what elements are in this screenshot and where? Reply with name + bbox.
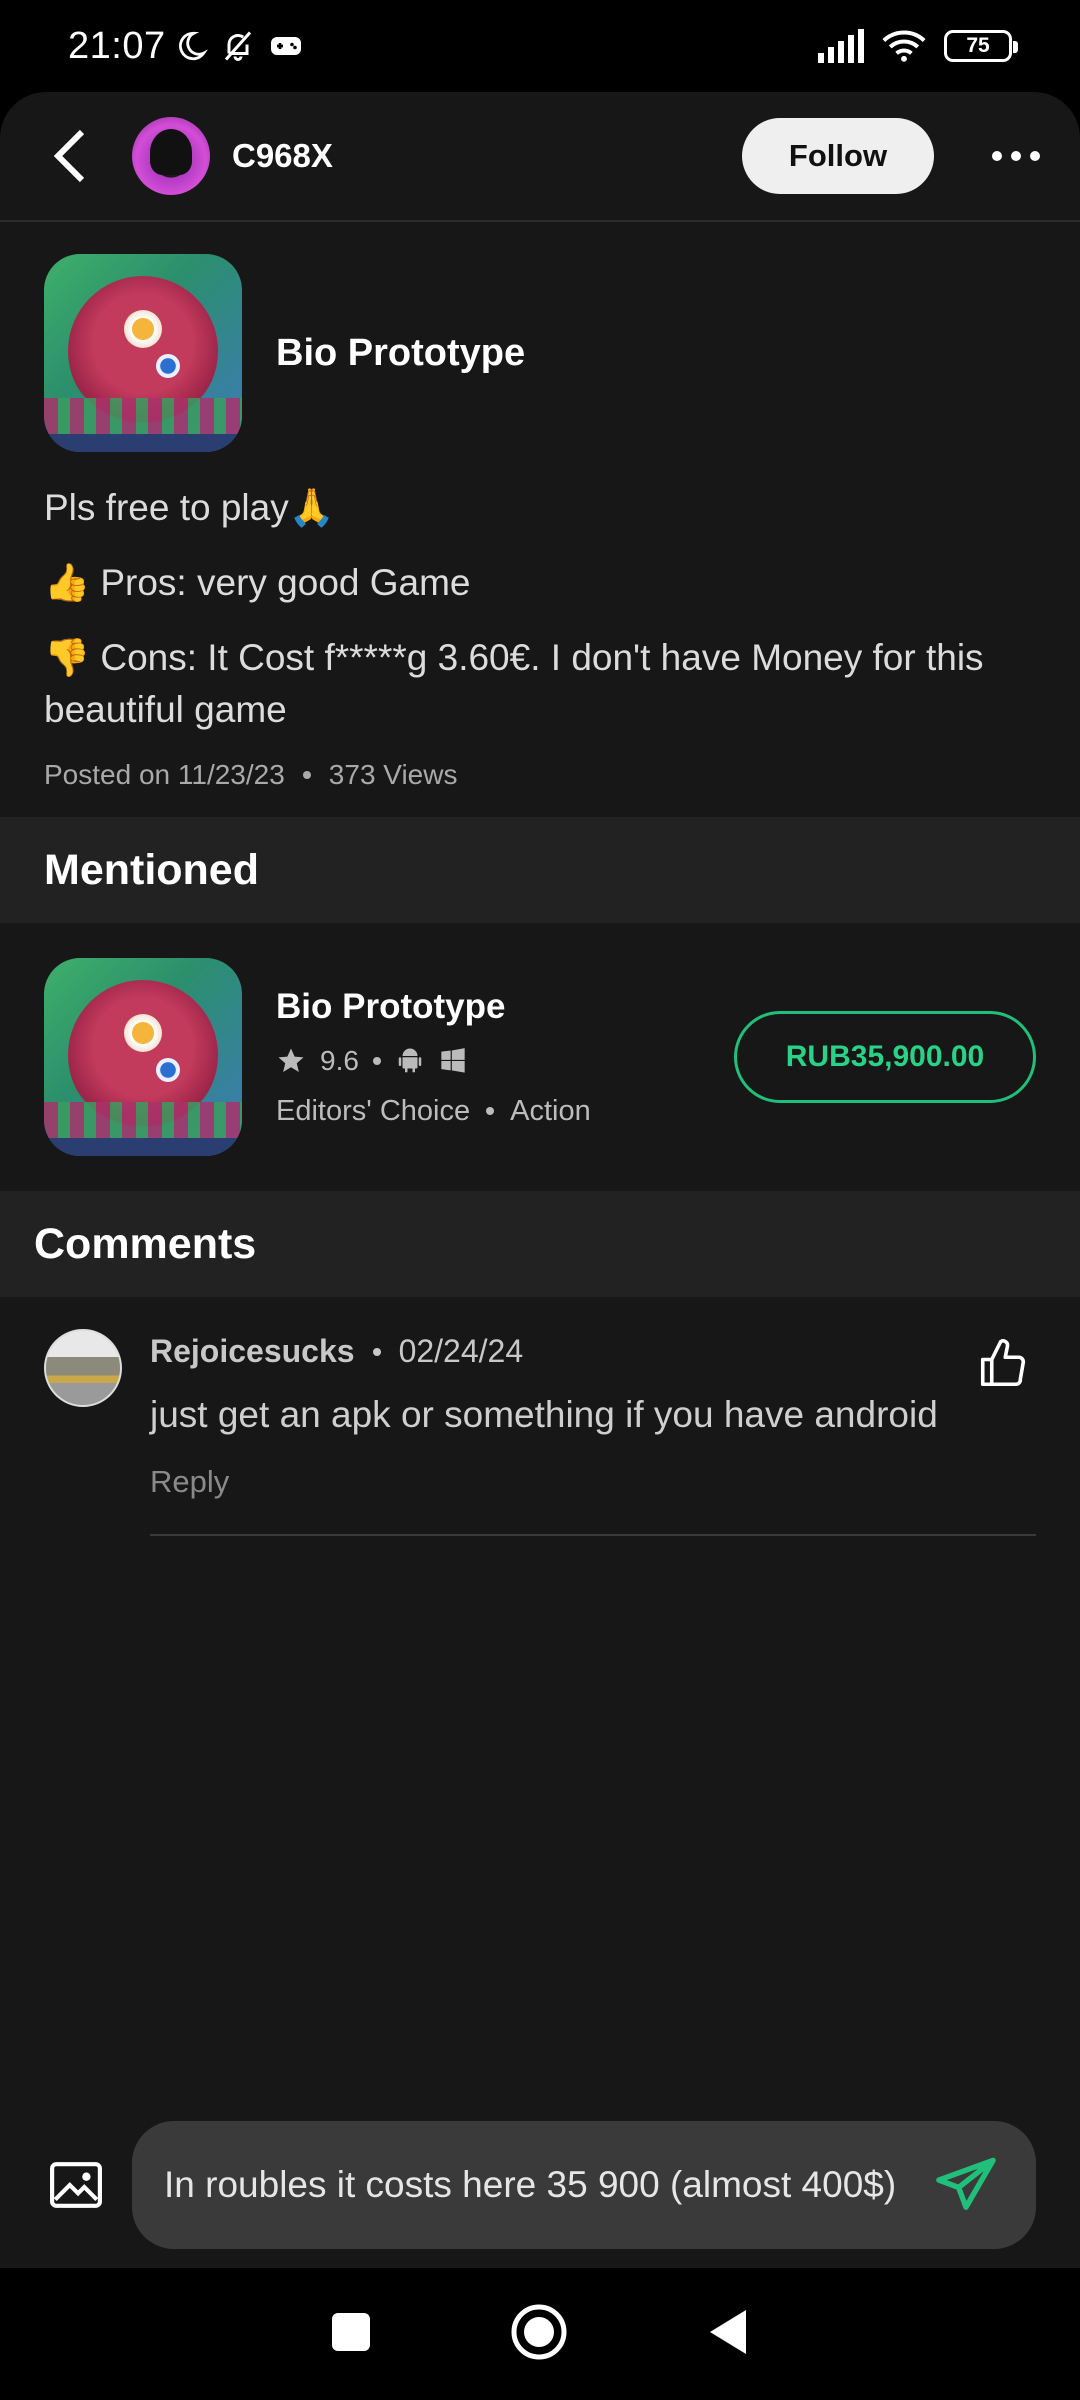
square-icon	[332, 2312, 370, 2351]
tag-editors-choice: Editors' Choice	[276, 1094, 471, 1127]
attach-image-button[interactable]	[36, 2145, 116, 2225]
comment-divider	[150, 1534, 1036, 1536]
moon-icon	[178, 31, 208, 61]
signal-icon	[818, 29, 864, 63]
post-line-pros: 👍 Pros: very good Game	[44, 562, 471, 603]
comments-section-title: Comments	[0, 1191, 1080, 1297]
comment-date: 02/24/24	[398, 1333, 524, 1369]
windows-icon	[441, 1047, 465, 1073]
author-avatar[interactable]	[132, 117, 210, 195]
post-game-row[interactable]: Bio Prototype	[44, 254, 1036, 452]
view-count: 373 Views	[328, 759, 458, 790]
comment-input-value[interactable]: In roubles it costs here 35 900 (almost …	[164, 2162, 906, 2208]
battery-indicator: 75	[944, 30, 1018, 62]
post-body: Pls free to play🙏 👍 Pros: very good Game…	[44, 482, 1036, 736]
triangle-back-icon	[710, 2309, 746, 2354]
home-button[interactable]	[510, 2303, 568, 2366]
status-time: 21:07	[68, 24, 166, 67]
send-icon	[936, 2157, 996, 2210]
comment-text: just get an apk or something if you have…	[150, 1394, 938, 1435]
back-button[interactable]	[40, 126, 100, 186]
tag-genre: Action	[510, 1094, 591, 1127]
home-circle-icon	[511, 2304, 567, 2359]
star-icon	[278, 1048, 304, 1072]
follow-button[interactable]: Follow	[742, 118, 934, 194]
android-icon	[398, 1048, 422, 1072]
wifi-icon	[882, 30, 926, 62]
app-surface: C968X Follow Bio Prototype Pls free to p…	[0, 92, 1080, 2268]
image-icon	[50, 2162, 102, 2208]
thumbs-up-icon	[980, 1339, 1026, 1387]
rating-row: 9.6	[276, 1045, 591, 1077]
bell-off-icon	[224, 31, 251, 61]
system-nav-bar	[0, 2268, 1080, 2400]
comment-username[interactable]: Rejoicesucks	[150, 1333, 355, 1370]
price-button[interactable]: RUB35,900.00	[734, 1011, 1036, 1103]
post-line: Pls free to play🙏	[44, 487, 335, 528]
commenter-avatar[interactable]	[44, 1329, 122, 1407]
recents-button[interactable]	[330, 2311, 372, 2358]
mentioned-game-title[interactable]: Bio Prototype	[276, 987, 591, 1027]
comment-input-bar: In roubles it costs here 35 900 (almost …	[0, 2102, 1080, 2268]
mentioned-section-title: Mentioned	[0, 817, 1080, 923]
more-options-button[interactable]	[992, 151, 1040, 161]
rating-value: 9.6	[320, 1044, 359, 1076]
like-button[interactable]	[976, 1337, 1030, 1396]
author-name[interactable]: C968X	[232, 137, 333, 175]
gamepad-icon	[270, 37, 301, 55]
post-line-cons: 👎 Cons: It Cost f*****g 3.60€. I don't h…	[44, 637, 984, 730]
game-tags: Editors' Choice Action	[276, 1095, 591, 1128]
comment-item: Rejoicesucks 02/24/24 just get an apk or…	[0, 1297, 1080, 1536]
post-meta: Posted on 11/23/23 373 Views	[44, 759, 1036, 791]
status-bar: 21:07 75	[0, 0, 1080, 92]
reply-button[interactable]: Reply	[150, 1464, 1036, 1500]
mentioned-game-icon[interactable]	[44, 958, 242, 1156]
send-button[interactable]	[926, 2145, 1006, 2225]
top-header: C968X Follow	[0, 92, 1080, 222]
comment-input[interactable]: In roubles it costs here 35 900 (almost …	[132, 2121, 1036, 2249]
post: Bio Prototype Pls free to play🙏 👍 Pros: …	[0, 222, 1080, 791]
game-icon[interactable]	[44, 254, 242, 452]
mentioned-game-card[interactable]: Bio Prototype 9.6 Editors' Choice Action…	[0, 923, 1080, 1191]
post-game-title[interactable]: Bio Prototype	[276, 332, 525, 375]
posted-date: Posted on 11/23/23	[44, 759, 285, 790]
more-dot-icon	[992, 151, 1002, 161]
chevron-left-icon	[53, 129, 85, 183]
back-nav-button[interactable]	[706, 2307, 750, 2362]
